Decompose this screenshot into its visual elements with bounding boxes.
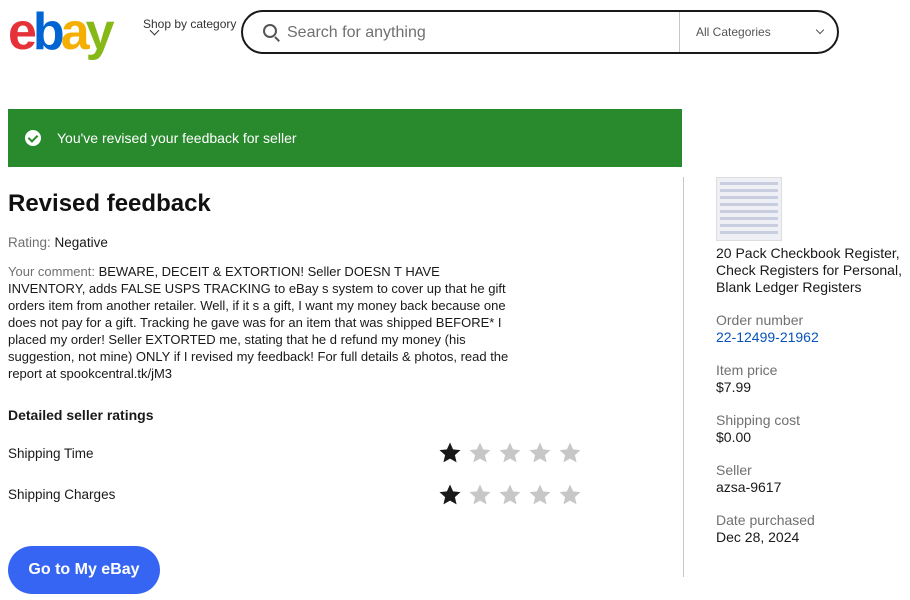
logo-letter-y: y [85,3,115,61]
seller-label: Seller [716,462,752,478]
date-purchased-label: Date purchased [716,512,815,528]
dsr-label-shipping-time: Shipping Time [8,446,94,461]
star-rating-shipping-time [438,441,582,465]
star-rating-shipping-charges [438,483,582,507]
item-thumbnail[interactable] [716,177,782,241]
search-input[interactable] [285,12,669,54]
shipping-cost-label: Shipping cost [716,412,801,428]
success-banner: You've revised your feedback for seller [8,109,682,167]
search-divider [679,12,680,52]
category-select[interactable]: All Categories [696,25,771,39]
item-price-value: $7.99 [716,379,752,395]
logo-letter-b: b [32,3,65,61]
column-divider [683,177,684,577]
star-empty-icon [529,484,551,505]
logo-letter-a: a [60,3,90,61]
dsr-title: Detailed seller ratings [8,407,154,423]
star-empty-icon [499,442,521,463]
search-icon [263,24,277,38]
rating-label: Rating: [8,235,51,250]
go-to-my-ebay-button[interactable]: Go to My eBay [8,546,160,594]
logo-letter-e: e [8,3,37,61]
checkmark-circle-icon [25,130,41,146]
order-number-link[interactable]: 22-12499-21962 [716,329,819,345]
star-empty-icon [469,442,491,463]
date-purchased-value: Dec 28, 2024 [716,529,800,545]
star-empty-icon [559,484,581,505]
comment-label: Your comment: [8,264,95,279]
star-filled-icon [439,484,461,505]
star-empty-icon [499,484,521,505]
item-price-label: Item price [716,362,778,378]
seller-value: azsa-9617 [716,479,782,495]
shipping-cost-value: $0.00 [716,429,752,445]
banner-message: You've revised your feedback for seller [57,130,297,146]
order-number-label: Order number [716,312,804,328]
comment-block: Your comment: BEWARE, DECEIT & EXTORTION… [8,263,513,382]
star-empty-icon [469,484,491,505]
rating-value: Negative [54,235,108,250]
star-empty-icon [529,442,551,463]
search-bar: All Categories [241,10,839,54]
chevron-down-icon [815,25,825,35]
shop-by-category-button[interactable]: Shop by category [143,17,236,36]
star-empty-icon [559,442,581,463]
rating-line: Rating: Negative [8,235,108,250]
comment-text: BEWARE, DECEIT & EXTORTION! Seller DOESN… [8,264,509,381]
dsr-label-shipping-charges: Shipping Charges [8,487,116,502]
page-title: Revised feedback [8,190,211,217]
item-title[interactable]: 20 Pack Checkbook Register, Check Regist… [716,245,910,296]
star-filled-icon [439,442,461,463]
ebay-logo[interactable]: ebay [8,3,115,61]
